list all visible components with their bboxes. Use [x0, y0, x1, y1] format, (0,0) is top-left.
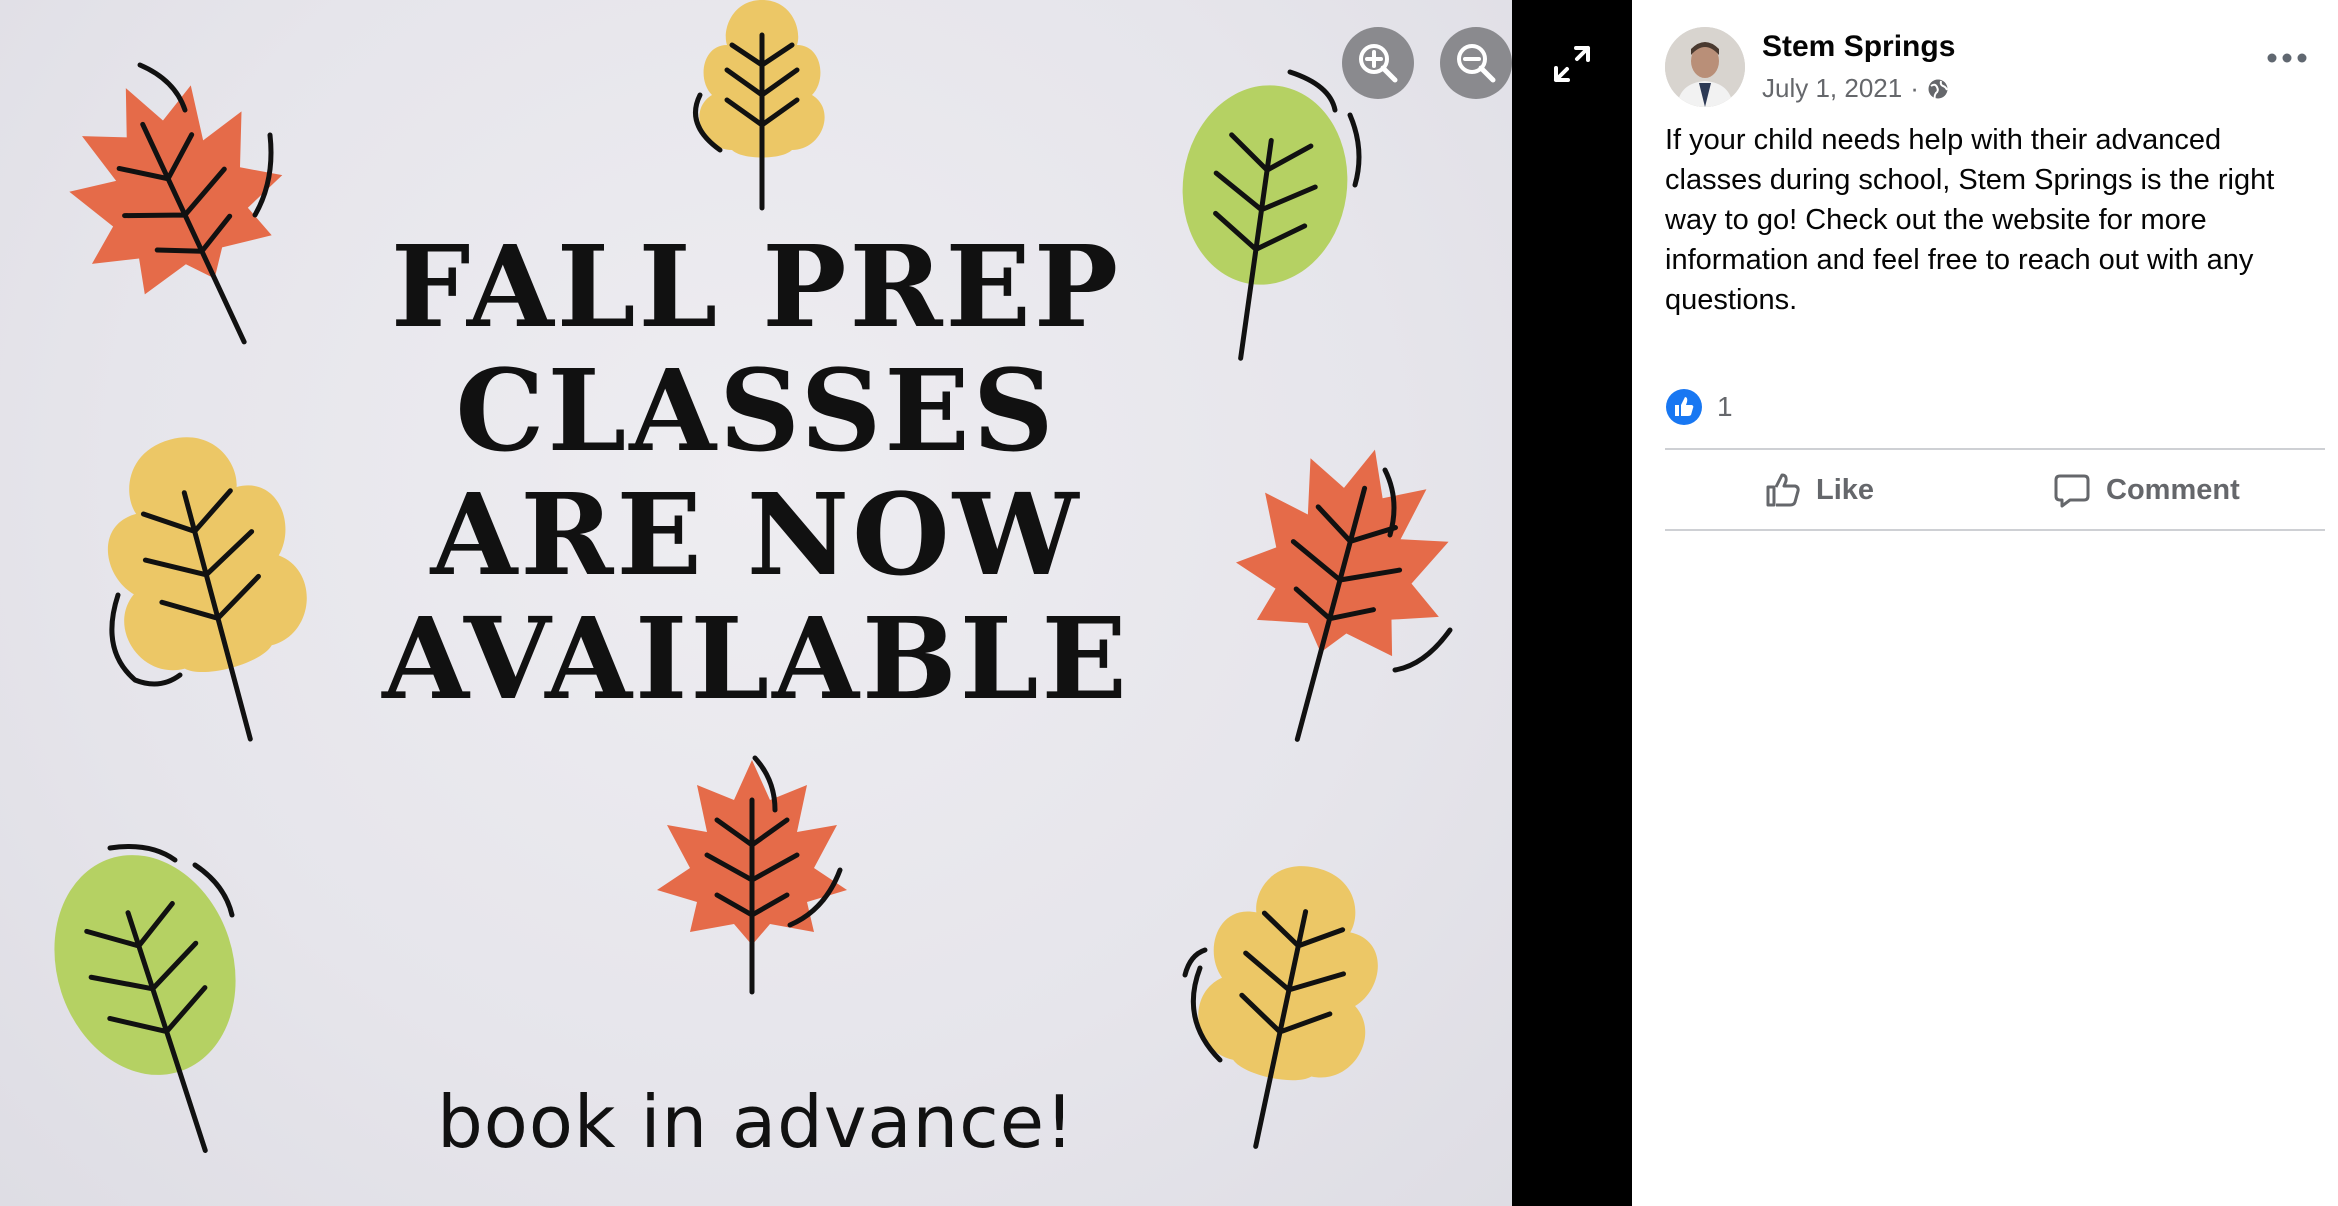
headline-line-2: CLASSES: [455, 346, 1057, 477]
meta-separator: ·: [1910, 73, 1919, 103]
zoom-in-icon: [1359, 44, 1398, 83]
zoom-out-icon: [1457, 44, 1496, 83]
more-options-button[interactable]: [2264, 46, 2310, 70]
comment-label: Comment: [2106, 473, 2240, 506]
globe-icon: [1928, 79, 1948, 98]
author-avatar-image: [1665, 27, 1745, 107]
orange-leaf-icon: [657, 760, 847, 995]
fullscreen-button[interactable]: [1548, 40, 1596, 88]
author-name[interactable]: Stem Springs: [1762, 30, 1955, 64]
tagline: book in advance!: [437, 1080, 1075, 1164]
like-label: Like: [1816, 473, 1875, 506]
photo-viewer: FALL PREP CLASSES ARE NOW AVAILABLE book…: [0, 0, 1632, 1206]
post-meta: July 1, 2021 ·: [1762, 73, 1949, 104]
comment-button[interactable]: Comment: [2052, 462, 2240, 518]
comment-icon: [2054, 474, 2090, 508]
headline-line-3: ARE NOW: [430, 470, 1082, 601]
post-text: If your child needs help with their adva…: [1665, 124, 2275, 316]
reactions-summary[interactable]: 1: [1665, 388, 1733, 426]
divider: [1665, 448, 2325, 450]
headline-line-1: FALL PREP: [390, 222, 1122, 353]
yellow-leaf-icon: [699, 0, 825, 211]
post-details-panel: Stem Springs July 1, 2021 · If your chil…: [1632, 0, 2338, 1206]
like-button[interactable]: Like: [1762, 462, 1874, 518]
thumbs-up-icon: [1766, 473, 1800, 507]
avatar[interactable]: [1665, 27, 1745, 107]
zoom-in-button[interactable]: [1342, 27, 1414, 99]
zoom-out-button[interactable]: [1440, 27, 1512, 99]
headline-line-4: AVAILABLE: [382, 594, 1130, 725]
like-reaction-icon: [1666, 389, 1702, 425]
post-date[interactable]: July 1, 2021: [1762, 73, 1902, 104]
more-icon: [2267, 53, 2307, 63]
reaction-count: 1: [1717, 391, 1733, 422]
divider: [1665, 529, 2325, 531]
expand-icon: [1554, 46, 1590, 82]
post-photo: FALL PREP CLASSES ARE NOW AVAILABLE book…: [0, 0, 1512, 1206]
